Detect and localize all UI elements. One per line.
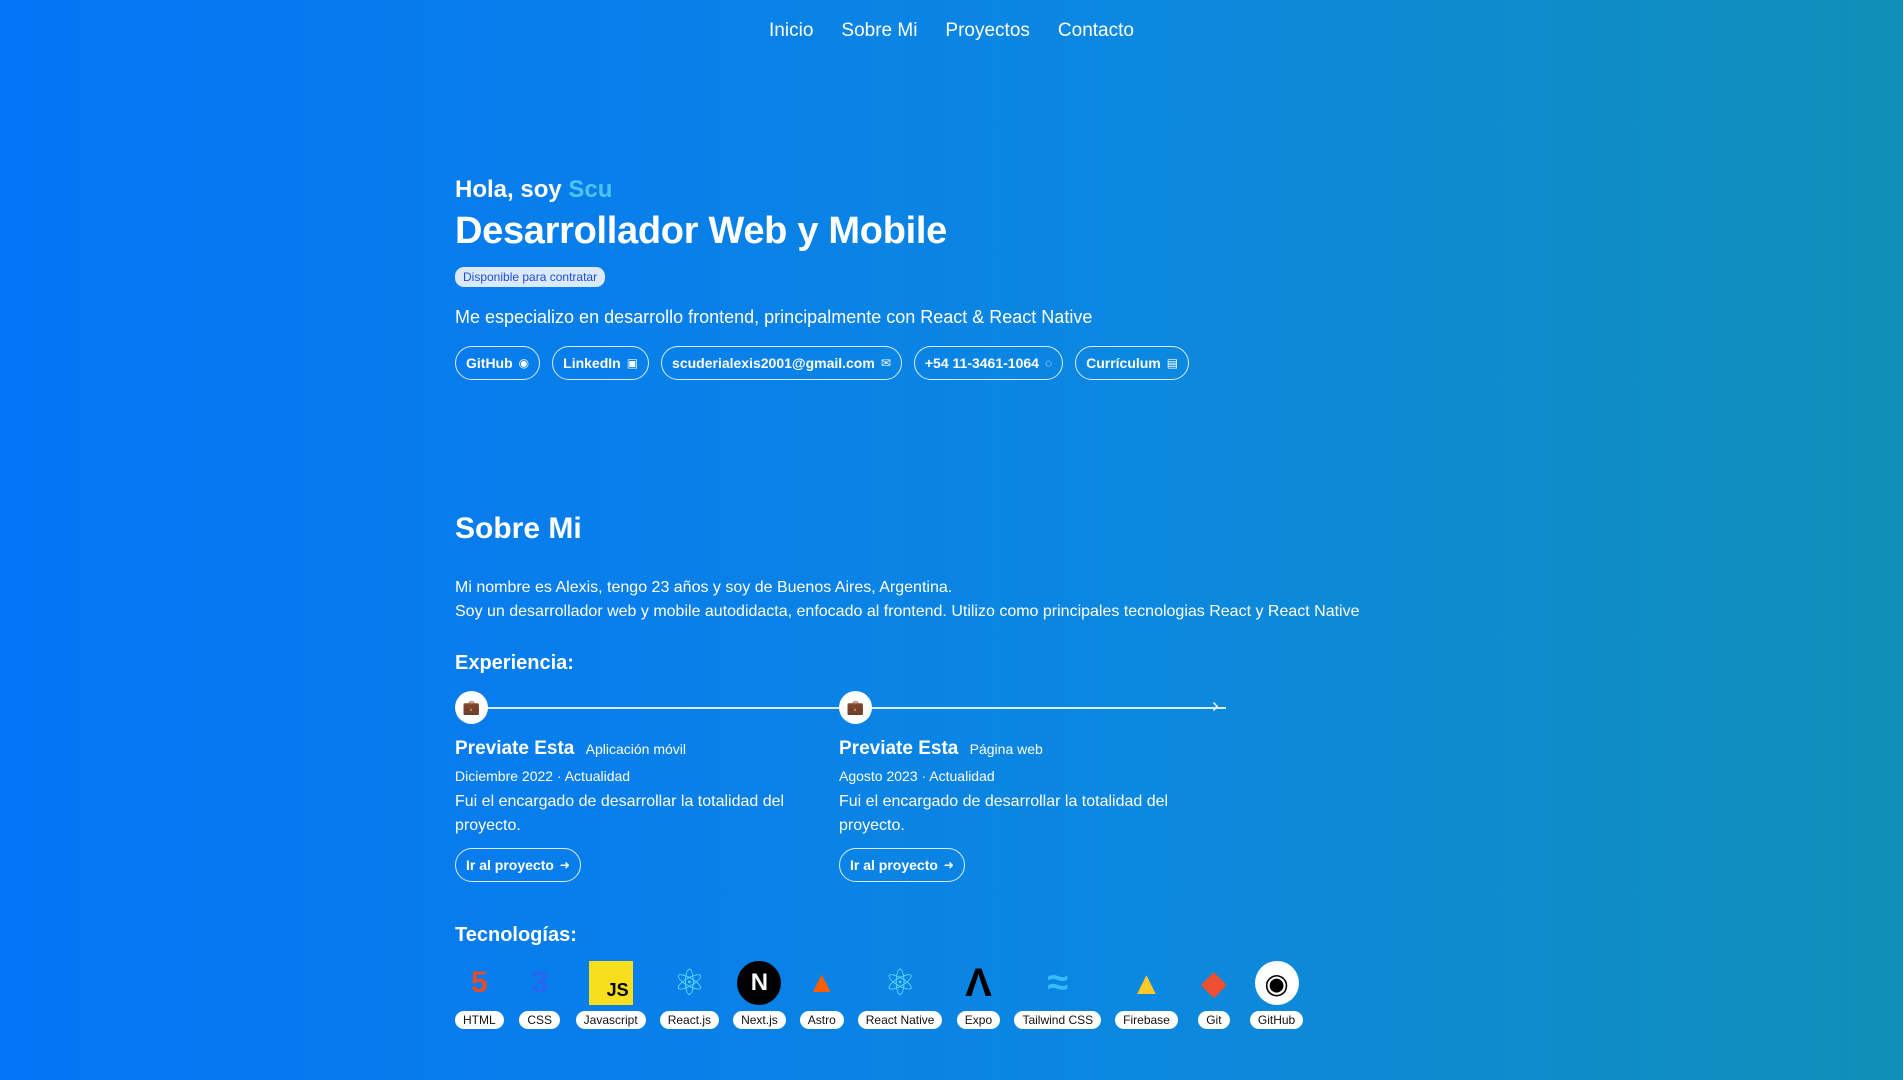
experience-description: Fui el encargado de desarrollar la total…	[839, 793, 1169, 834]
tech-label: Astro	[799, 1011, 844, 1029]
github-link[interactable]: GitHub ◉	[455, 346, 541, 380]
briefcase-icon: 💼	[462, 699, 481, 715]
experience-date: Diciembre 2022 · Actualidad	[455, 768, 631, 784]
tech-git[interactable]: ◆ Git	[1192, 961, 1236, 1029]
email-link-label: scuderialexis2001@gmail.com	[672, 355, 875, 371]
technologies-section: Tecnologías: 5 HTML 3 CSS JS Javascript …	[455, 924, 1455, 1029]
tech-firebase[interactable]: ▲ Firebase	[1115, 961, 1178, 1029]
about-line-1: Mi nombre es Alexis, tengo 23 años y soy…	[455, 579, 953, 596]
mail-icon: ✉	[880, 356, 891, 370]
react-native-icon: ⚛	[883, 962, 917, 1003]
tech-label: Git	[1198, 1011, 1230, 1029]
about-text: Mi nombre es Alexis, tengo 23 años y soy…	[455, 576, 1455, 624]
experience-timeline: 💼 💼 › Previate Esta Aplicación móvil Dic…	[455, 691, 1255, 911]
tech-javascript[interactable]: JS Javascript	[575, 961, 646, 1029]
experience-company: Previate Esta	[455, 738, 575, 759]
whatsapp-icon: ◌	[1044, 356, 1053, 370]
experience-date: Agosto 2023 · Actualidad	[839, 768, 995, 784]
contact-links: GitHub ◉ LinkedIn ▣ scuderialexis2001@gm…	[455, 346, 1455, 380]
arrow-circle-icon: ➜	[943, 858, 954, 872]
experience-heading: Previate Esta Página web	[839, 738, 1199, 760]
tech-tailwind[interactable]: ≈ Tailwind CSS	[1014, 961, 1102, 1029]
timeline-dot-2: 💼	[839, 691, 872, 724]
hero-section: Hola, soy Scu Desarrollador Web y Mobile…	[455, 176, 1455, 380]
page-title: Desarrollador Web y Mobile	[455, 210, 947, 252]
tech-label: React.js	[659, 1011, 720, 1029]
tech-label: Next.js	[733, 1011, 786, 1029]
greeting: Hola, soy Scu	[455, 176, 1455, 204]
expo-icon: Λ	[965, 960, 992, 1005]
html5-icon: 5	[470, 966, 488, 999]
experience-title: Experiencia:	[455, 652, 574, 674]
chevron-right-icon[interactable]: ›	[1212, 695, 1219, 718]
experience-description: Fui el encargado de desarrollar la total…	[455, 793, 785, 834]
nav-sobre-mi[interactable]: Sobre Mi	[841, 20, 917, 42]
whatsapp-link-label: +54 11-3461-1064	[924, 355, 1039, 371]
technologies-list: 5 HTML 3 CSS JS Javascript ⚛ React.js N …	[455, 961, 1455, 1029]
project-link-button[interactable]: Ir al proyecto ➜	[455, 848, 581, 882]
linkedin-icon: ▣	[626, 356, 639, 370]
about-title: Sobre Mi	[455, 512, 582, 545]
javascript-icon: JS	[588, 961, 633, 1005]
linkedin-link-label: LinkedIn	[563, 355, 621, 371]
tech-html[interactable]: 5 HTML	[455, 961, 504, 1029]
about-line-2: Soy un desarrollador web y mobile autodi…	[455, 603, 1360, 620]
git-icon: ◆	[1200, 964, 1227, 1002]
experience-type: Aplicación móvil	[585, 741, 687, 757]
timeline-dot-1: 💼	[455, 691, 488, 724]
nextjs-icon: N	[737, 961, 782, 1005]
tech-react[interactable]: ⚛ React.js	[659, 961, 720, 1029]
tech-css[interactable]: 3 CSS	[518, 961, 562, 1029]
tech-label: CSS	[519, 1011, 561, 1029]
firebase-icon: ▲	[1130, 964, 1163, 1001]
tech-label: GitHub	[1249, 1011, 1304, 1029]
nav-inicio[interactable]: Inicio	[769, 20, 813, 42]
experience-item: Previate Esta Página web Agosto 2023 · A…	[839, 738, 1199, 882]
astro-icon: ▲	[806, 966, 837, 999]
arrow-circle-icon: ➜	[559, 858, 570, 872]
top-nav: Inicio Sobre Mi Proyectos Contacto	[0, 20, 1903, 42]
tech-nextjs[interactable]: N Next.js	[733, 961, 786, 1029]
github-link-label: GitHub	[466, 355, 513, 371]
tech-github[interactable]: ◉ GitHub	[1249, 961, 1304, 1029]
experience-company: Previate Esta	[839, 738, 959, 759]
tailwind-icon: ≈	[1047, 961, 1069, 1004]
whatsapp-link[interactable]: +54 11-3461-1064 ◌	[913, 346, 1064, 380]
experience-item: Previate Esta Aplicación móvil Diciembre…	[455, 738, 815, 882]
document-icon: ▤	[1166, 356, 1179, 370]
project-link-label: Ir al proyecto	[850, 857, 938, 873]
availability-badge: Disponible para contratar	[455, 267, 606, 287]
css3-icon: 3	[531, 966, 549, 999]
project-link-label: Ir al proyecto	[466, 857, 554, 873]
tech-label: Javascript	[575, 1011, 646, 1029]
experience-heading: Previate Esta Aplicación móvil	[455, 738, 815, 760]
tech-expo[interactable]: Λ Expo	[956, 960, 1001, 1029]
tech-label: Expo	[956, 1011, 1001, 1029]
greeting-name: Scu	[568, 176, 613, 203]
github-icon: ◉	[1254, 961, 1299, 1005]
github-icon: ◉	[518, 356, 530, 370]
email-link[interactable]: scuderialexis2001@gmail.com ✉	[661, 346, 902, 380]
tech-label: Tailwind CSS	[1014, 1011, 1102, 1029]
about-section: Sobre Mi Mi nombre es Alexis, tengo 23 a…	[455, 512, 1455, 911]
briefcase-icon: 💼	[846, 699, 865, 715]
curriculum-link[interactable]: Currículum ▤	[1075, 346, 1190, 380]
technologies-title: Tecnologías:	[455, 924, 577, 946]
tech-react-native[interactable]: ⚛ React Native	[857, 961, 943, 1029]
linkedin-link[interactable]: LinkedIn ▣	[552, 346, 650, 380]
tech-label: React Native	[857, 1011, 943, 1029]
tech-label: Firebase	[1115, 1011, 1178, 1029]
nav-proyectos[interactable]: Proyectos	[945, 20, 1029, 42]
greeting-text: Hola, soy	[455, 176, 562, 203]
react-icon: ⚛	[673, 962, 706, 1003]
curriculum-link-label: Currículum	[1086, 355, 1161, 371]
tech-label: HTML	[455, 1011, 504, 1029]
nav-contacto[interactable]: Contacto	[1058, 20, 1134, 42]
project-link-button[interactable]: Ir al proyecto ➜	[839, 848, 965, 882]
experience-type: Página web	[969, 741, 1043, 757]
tech-astro[interactable]: ▲ Astro	[799, 961, 844, 1029]
tagline: Me especializo en desarrollo frontend, p…	[455, 307, 1093, 327]
